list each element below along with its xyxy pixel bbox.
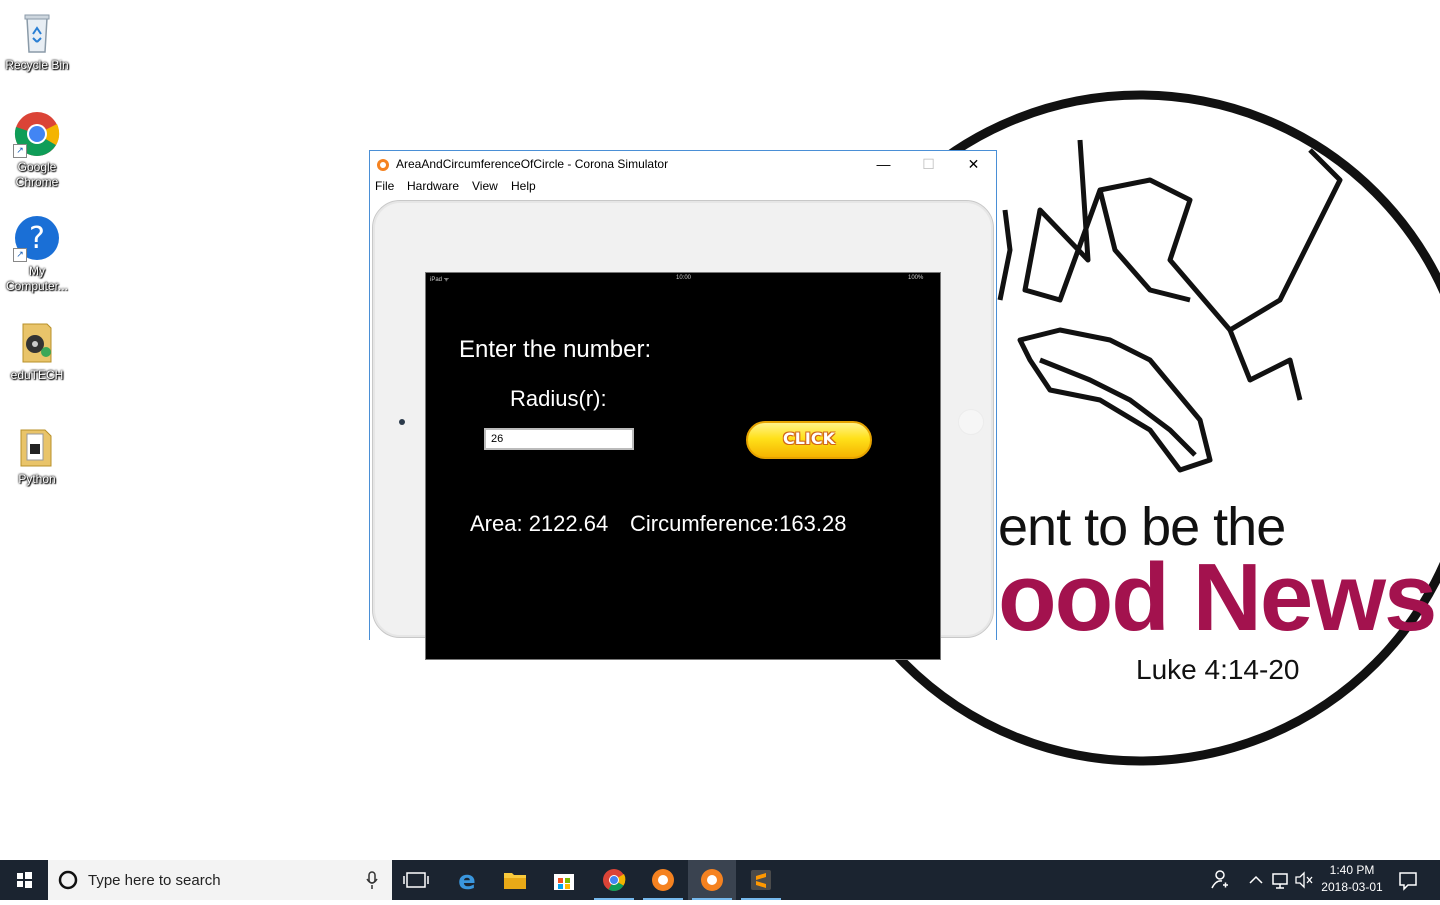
desktop-icon-google-chrome[interactable]: ↗ Google Chrome: [0, 110, 74, 190]
taskbar-chrome[interactable]: [590, 860, 638, 900]
folder-document-icon: [13, 422, 61, 470]
status-time: 10:00: [676, 275, 692, 281]
taskbar-corona-2[interactable]: [688, 860, 736, 900]
folder-media-icon: [13, 318, 61, 366]
click-button[interactable]: CLICK: [746, 421, 872, 459]
shortcut-arrow-icon: ↗: [13, 248, 27, 262]
close-button[interactable]: ✕: [951, 151, 996, 178]
cortana-circle-icon: [58, 870, 78, 890]
folder-icon: [504, 873, 526, 889]
desktop-icon-recycle-bin[interactable]: Recycle Bin: [0, 8, 74, 73]
people-button[interactable]: [1198, 860, 1238, 900]
corona-app-icon: [376, 158, 390, 172]
clock-date: 2018-03-01: [1321, 880, 1383, 894]
clock-time: 1:40 PM: [1329, 863, 1375, 877]
desktop-icon-edutech[interactable]: eduTECH: [0, 318, 74, 383]
window-title: AreaAndCircumferenceOfCircle - Corona Si…: [396, 157, 669, 171]
desktop-icon-label: Google Chrome: [15, 160, 59, 189]
taskbar-search-box[interactable]: Type here to search: [48, 860, 392, 900]
action-center-button[interactable]: [1388, 860, 1428, 900]
minimize-button[interactable]: —: [861, 151, 906, 178]
recycle-bin-icon: [13, 8, 61, 56]
taskbar-sublime-text[interactable]: [737, 860, 785, 900]
taskbar: Type here to search e 1:40 PM 2018-03-01: [0, 860, 1440, 900]
taskbar-corona-1[interactable]: [639, 860, 687, 900]
corona-icon: [701, 869, 723, 891]
shortcut-arrow-icon: ↗: [13, 144, 27, 158]
area-result: Area: 2122.64: [470, 511, 609, 536]
desktop-icon-my-computer[interactable]: ? ↗ My Computer...: [0, 214, 74, 294]
windows-logo-icon: [17, 872, 32, 888]
store-bag-icon: [554, 874, 574, 890]
task-view-icon: [403, 872, 429, 888]
home-button[interactable]: [958, 409, 984, 435]
menu-view[interactable]: View: [472, 179, 498, 193]
corona-icon: [652, 869, 674, 891]
wallpaper-text-verse: Luke 4:14-20: [1136, 654, 1300, 685]
desktop-icon-label: My Computer...: [5, 264, 69, 293]
camera-icon: [399, 419, 405, 425]
status-carrier: iPad ᯤ: [430, 277, 450, 283]
start-button[interactable]: [0, 860, 48, 900]
chevron-up-icon: [1249, 875, 1263, 884]
radius-label: Radius(r):: [510, 386, 607, 411]
desktop-icon-python[interactable]: Python: [0, 422, 74, 487]
taskbar-store[interactable]: [540, 860, 588, 900]
task-view-button[interactable]: [392, 860, 440, 900]
clock[interactable]: 1:40 PM 2018-03-01: [1316, 863, 1388, 894]
svg-text:e: e: [458, 866, 476, 896]
svg-text:?: ?: [29, 221, 45, 256]
microphone-icon[interactable]: [364, 860, 380, 900]
taskbar-file-explorer[interactable]: [491, 860, 539, 900]
maximize-button[interactable]: ☐: [906, 151, 951, 178]
menu-file[interactable]: File: [375, 179, 394, 193]
sublime-text-icon: [751, 870, 771, 890]
status-battery: 100%: [908, 275, 924, 281]
notification-icon: [1399, 872, 1417, 891]
radius-input[interactable]: [484, 428, 634, 450]
menu-help[interactable]: Help: [511, 179, 536, 193]
chrome-icon: ↗: [13, 110, 61, 158]
corona-simulator-window[interactable]: AreaAndCircumferenceOfCircle - Corona Si…: [369, 150, 997, 660]
edge-icon: e: [458, 866, 476, 896]
prompt-title: Enter the number:: [459, 336, 652, 363]
menu-bar: File Hardware View Help: [370, 178, 996, 196]
search-placeholder: Type here to search: [88, 872, 221, 889]
desktop-icon-label: eduTECH: [10, 368, 64, 382]
circumference-result: Circumference:163.28: [630, 511, 847, 536]
chrome-icon: [603, 869, 626, 891]
people-icon: [1211, 870, 1228, 889]
window-titlebar[interactable]: AreaAndCircumferenceOfCircle - Corona Si…: [370, 151, 996, 178]
network-icon: [1272, 873, 1288, 889]
desktop-icon-label: Recycle Bin: [5, 58, 69, 72]
device-screen: iPad ᯤ 10:00 100% Enter the number: Radi…: [425, 272, 941, 660]
volume-button[interactable]: [1292, 860, 1316, 900]
network-button[interactable]: [1268, 860, 1292, 900]
taskbar-edge[interactable]: e: [443, 860, 491, 900]
help-question-icon: ? ↗: [13, 214, 61, 262]
volume-muted-icon: [1295, 871, 1313, 889]
tray-expand-button[interactable]: [1244, 860, 1268, 900]
menu-hardware[interactable]: Hardware: [407, 179, 459, 193]
simulator-area: iPad ᯤ 10:00 100% Enter the number: Radi…: [370, 197, 996, 660]
wallpaper-text-line2: ood News: [998, 544, 1437, 651]
desktop-icon-label: Python: [18, 472, 56, 486]
